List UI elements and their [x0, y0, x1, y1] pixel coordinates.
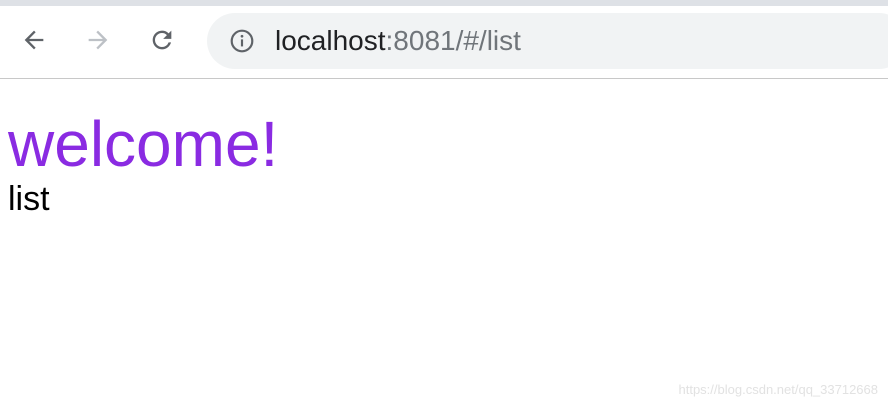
url-host: localhost	[275, 25, 386, 56]
info-icon[interactable]	[229, 28, 255, 54]
browser-toolbar: localhost:8081/#/list	[0, 6, 888, 79]
url-path: :8081/#/list	[385, 25, 521, 56]
back-button[interactable]	[14, 20, 54, 60]
arrow-right-icon	[88, 30, 108, 50]
forward-button[interactable]	[78, 20, 118, 60]
address-bar[interactable]: localhost:8081/#/list	[207, 13, 888, 69]
route-view-text: list	[8, 180, 50, 218]
page-content: welcome! list	[8, 79, 888, 409]
arrow-left-icon	[24, 30, 44, 50]
page-heading: welcome!	[8, 108, 279, 180]
watermark: https://blog.csdn.net/qq_33712668	[678, 382, 879, 397]
reload-button[interactable]	[142, 20, 182, 60]
reload-icon	[152, 30, 172, 50]
url-text[interactable]: localhost:8081/#/list	[275, 24, 521, 58]
